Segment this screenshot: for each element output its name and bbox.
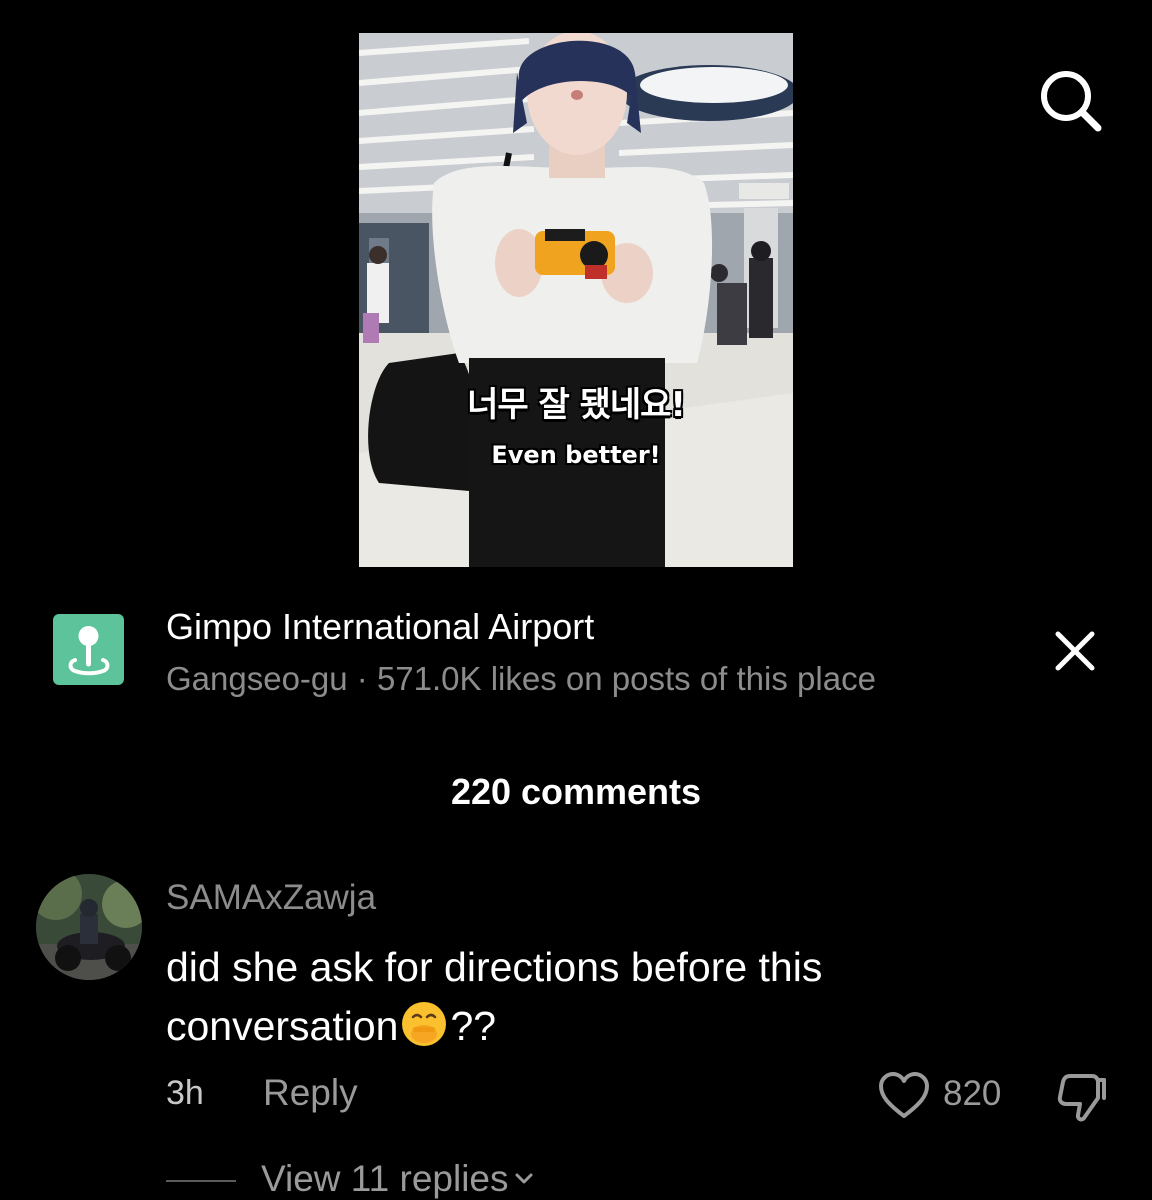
place-icon <box>53 614 124 685</box>
face-with-hand-over-mouth-icon <box>402 1002 447 1046</box>
place-meta: Gangseo-gu · 571.0K likes on posts of th… <box>166 660 876 697</box>
avatar[interactable] <box>36 874 142 980</box>
video-caption-korean: 너무 잘 됐네요! <box>467 385 686 425</box>
dislike-button[interactable] <box>1052 1068 1110 1126</box>
reply-button[interactable]: Reply <box>263 1072 358 1114</box>
chevron-down-icon <box>515 1173 532 1184</box>
like-button[interactable] <box>876 1068 932 1124</box>
close-button[interactable] <box>1048 624 1102 678</box>
replies-divider <box>166 1180 236 1182</box>
location-pin-icon <box>68 626 110 676</box>
video-scene-image <box>359 33 793 567</box>
comment-text: did she ask for directions before this c… <box>166 938 1026 1056</box>
like-count: 820 <box>943 1074 1002 1113</box>
comments-count: 220 comments <box>450 771 702 812</box>
thumbs-down-icon <box>1057 1074 1106 1122</box>
video-thumbnail[interactable]: 너무 잘 됐네요! Even better! <box>359 33 793 567</box>
close-icon <box>1055 631 1095 671</box>
view-replies-label: View 11 replies <box>261 1158 509 1199</box>
heart-icon <box>879 1072 929 1118</box>
comment-timestamp: 3h <box>166 1074 204 1112</box>
comment-username[interactable]: SAMAxZawja <box>166 878 376 918</box>
search-icon <box>1041 71 1102 132</box>
avatar-image <box>36 874 142 980</box>
search-button[interactable] <box>1030 62 1110 142</box>
place-name[interactable]: Gimpo International Airport <box>166 606 594 648</box>
video-caption-english: Even better! <box>491 441 661 469</box>
comment-text-suffix: ?? <box>450 1003 497 1049</box>
view-replies-button[interactable]: View 11 replies <box>261 1158 535 1200</box>
